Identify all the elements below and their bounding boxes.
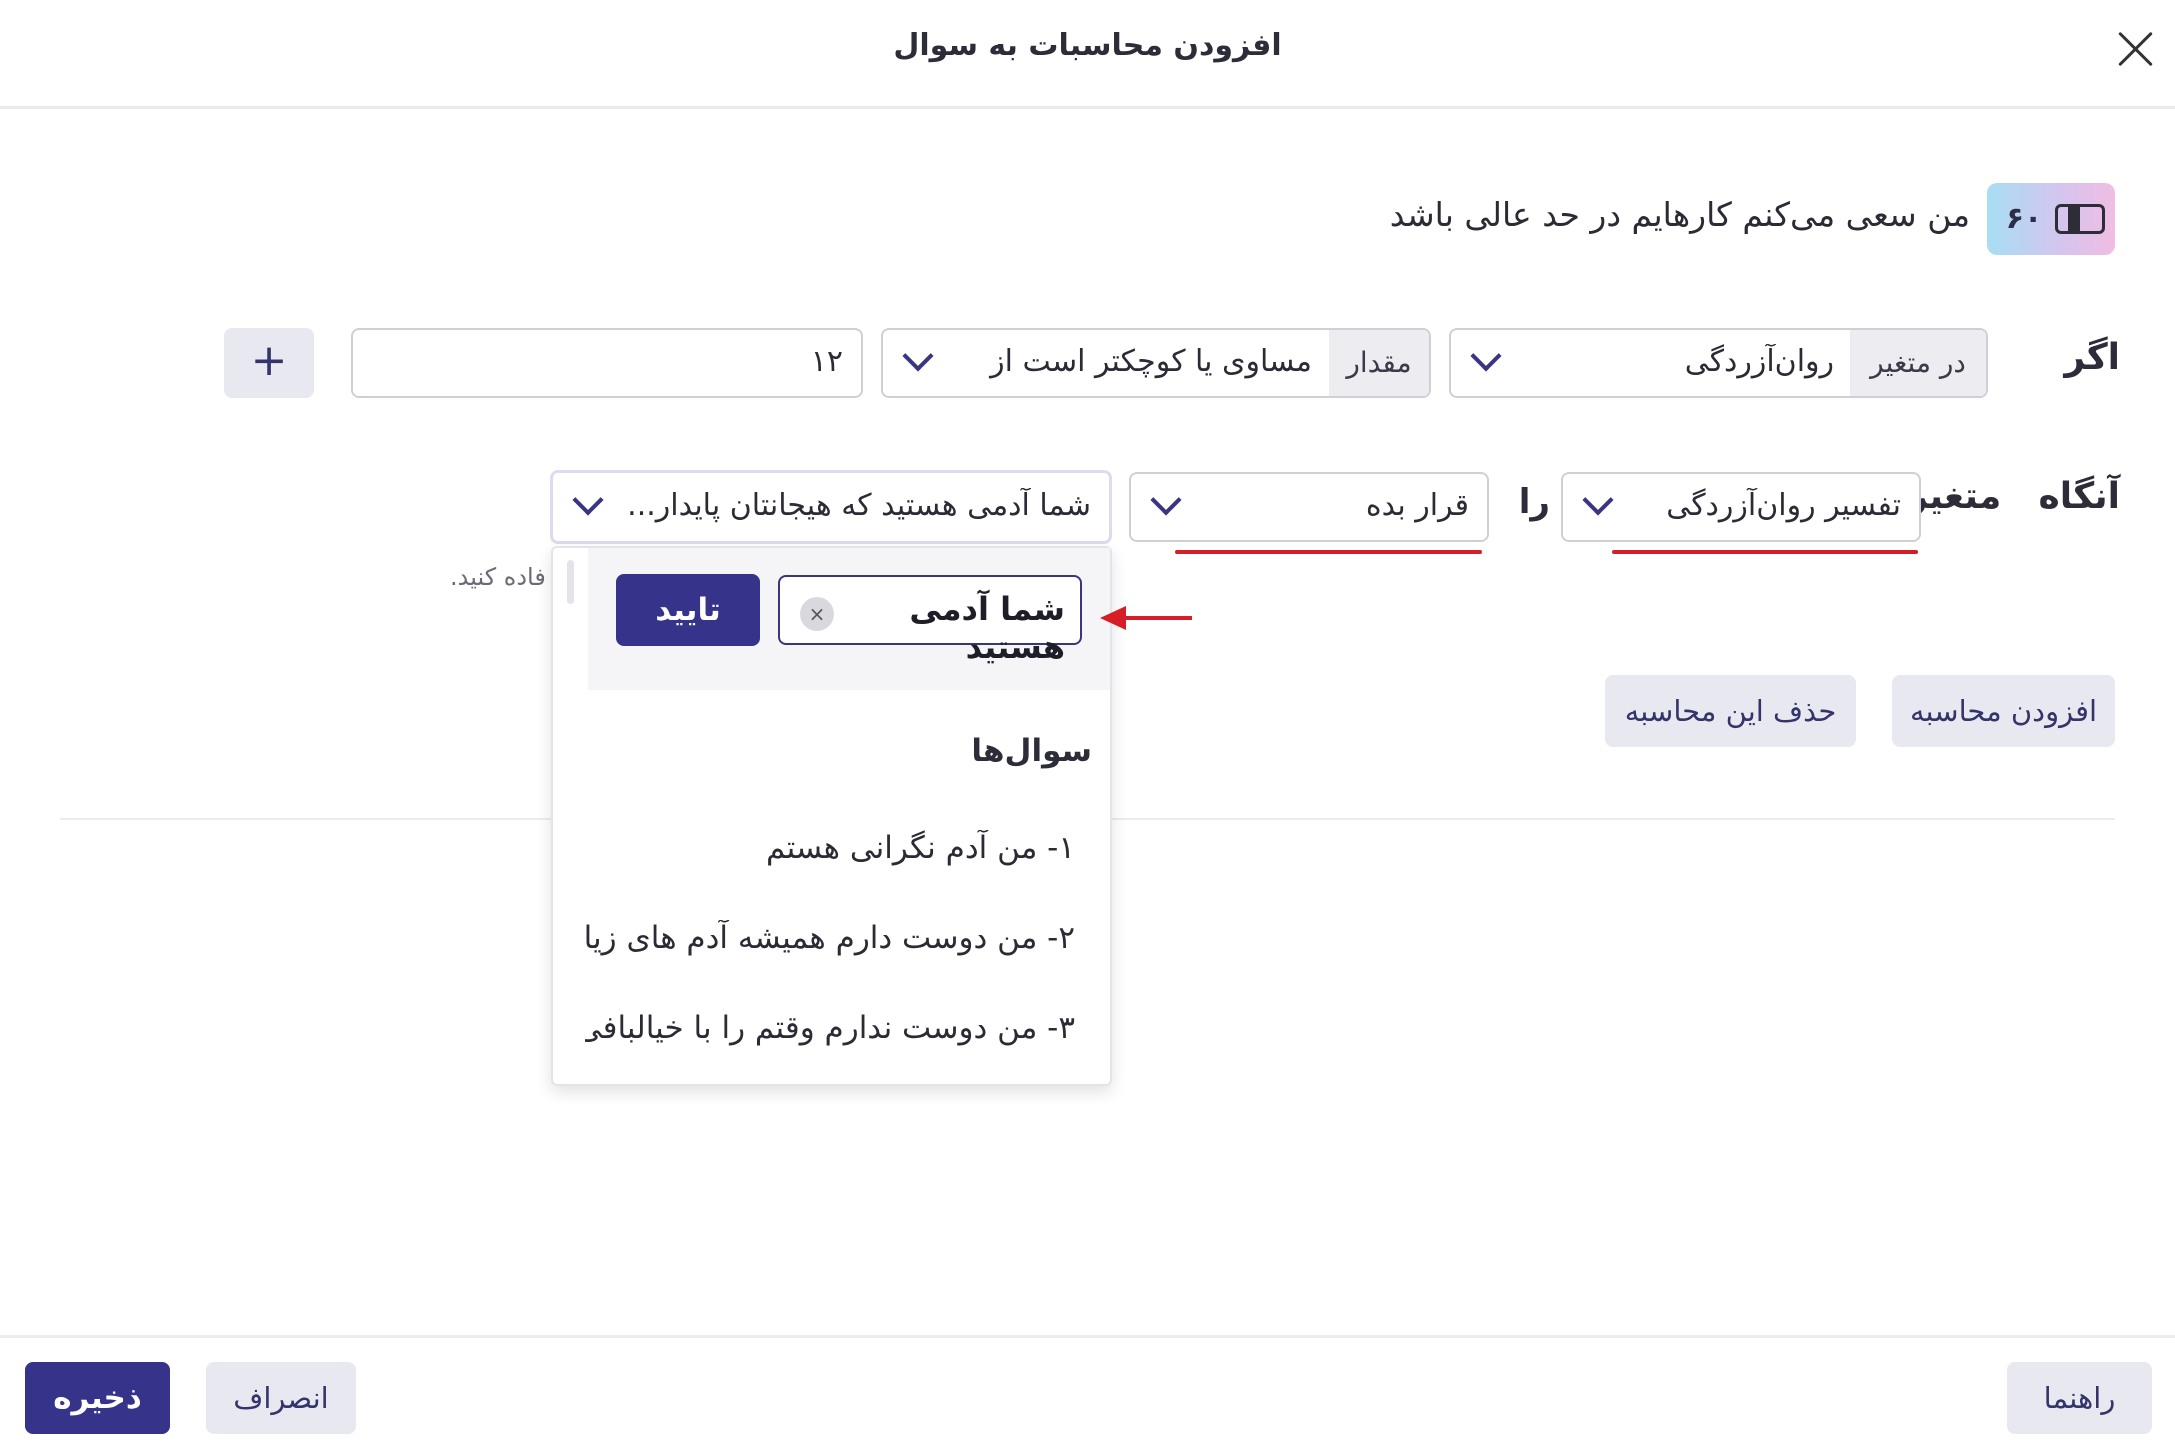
close-icon[interactable] <box>2110 24 2160 74</box>
value-tag: مقدار <box>1329 330 1429 396</box>
selected-text-value: شما آدمی هستید <box>909 590 1065 666</box>
condition-variable-select[interactable]: در متغیر روان‌آزردگی <box>1449 328 1988 398</box>
condition-operator-select[interactable]: مقدار مساوی یا کوچکتر است از <box>881 328 1431 398</box>
dialog-title: افزودن محاسبات به سوال <box>893 28 1282 63</box>
header-divider <box>0 106 2175 109</box>
help-button[interactable]: راهنما <box>2007 1362 2152 1434</box>
then-label: آنگاه متغیر <box>1907 476 2120 517</box>
ra-label: را <box>1518 482 1550 522</box>
delete-calculation-button[interactable]: حذف این محاسبه <box>1605 675 1856 747</box>
helper-text: فاده کنید. <box>450 563 546 591</box>
dropdown-option[interactable]: ۳- من دوست ندارم وقتم را با خیالبافی ه <box>585 1010 1075 1046</box>
annotation-arrow-icon <box>1100 606 1192 630</box>
chevron-down-icon <box>1582 484 1614 516</box>
add-condition-button[interactable]: + <box>224 328 314 398</box>
annotation-underline <box>1612 550 1918 554</box>
annotation-underline <box>1175 550 1482 554</box>
condition-variable-value: روان‌آزردگی <box>1684 344 1834 379</box>
then-word: آنگاه <box>2038 476 2120 517</box>
chevron-down-icon <box>1150 484 1182 516</box>
slider-toggle-icon <box>2055 204 2105 234</box>
confirm-button[interactable]: تایید <box>616 574 760 646</box>
footer-divider <box>0 1335 2175 1338</box>
if-label: اگر <box>2064 337 2120 378</box>
question-number: ۶۰ <box>2005 201 2043 236</box>
condition-number-value: ۱۲ <box>810 344 843 379</box>
chevron-down-icon <box>902 340 934 372</box>
chevron-down-icon <box>1470 340 1502 372</box>
chevron-down-icon <box>572 484 604 516</box>
action-type-value: قرار بده <box>1365 488 1469 523</box>
dropdown-option[interactable]: ۲- من دوست دارم همیشه آدم های زیاد; <box>585 920 1075 956</box>
variable-word: متغیر <box>1906 476 2002 517</box>
questions-section-title: سوال‌ها <box>971 733 1092 769</box>
add-calculation-button[interactable]: افزودن محاسبه <box>1892 675 2115 747</box>
clear-icon[interactable]: × <box>800 597 834 631</box>
condition-number-input[interactable]: ۱۲ <box>351 328 863 398</box>
action-type-select[interactable]: قرار بده <box>1129 472 1489 542</box>
condition-operator-value: مساوی یا کوچکتر است از <box>990 344 1312 379</box>
action-variable-select[interactable]: تفسیر روان‌آزردگی <box>1561 472 1921 542</box>
action-text-value: شما آدمی هستید که هیجانتان پایدار... <box>627 488 1091 523</box>
variable-tag: در متغیر <box>1850 330 1986 396</box>
dropdown-scrollbar[interactable] <box>567 560 574 604</box>
dropdown-option[interactable]: ۱- من آدم نگرانی هستم <box>585 830 1075 866</box>
action-variable-value: تفسیر روان‌آزردگی <box>1666 488 1901 523</box>
slider-toggle-knob <box>2068 204 2080 234</box>
action-text-select[interactable]: شما آدمی هستید که هیجانتان پایدار... <box>550 470 1112 544</box>
save-button[interactable]: ذخیره <box>25 1362 170 1434</box>
question-text: من سعی می‌کنم کارهایم در حد عالی باشد <box>1389 195 1970 234</box>
cancel-button[interactable]: انصراف <box>206 1362 356 1434</box>
